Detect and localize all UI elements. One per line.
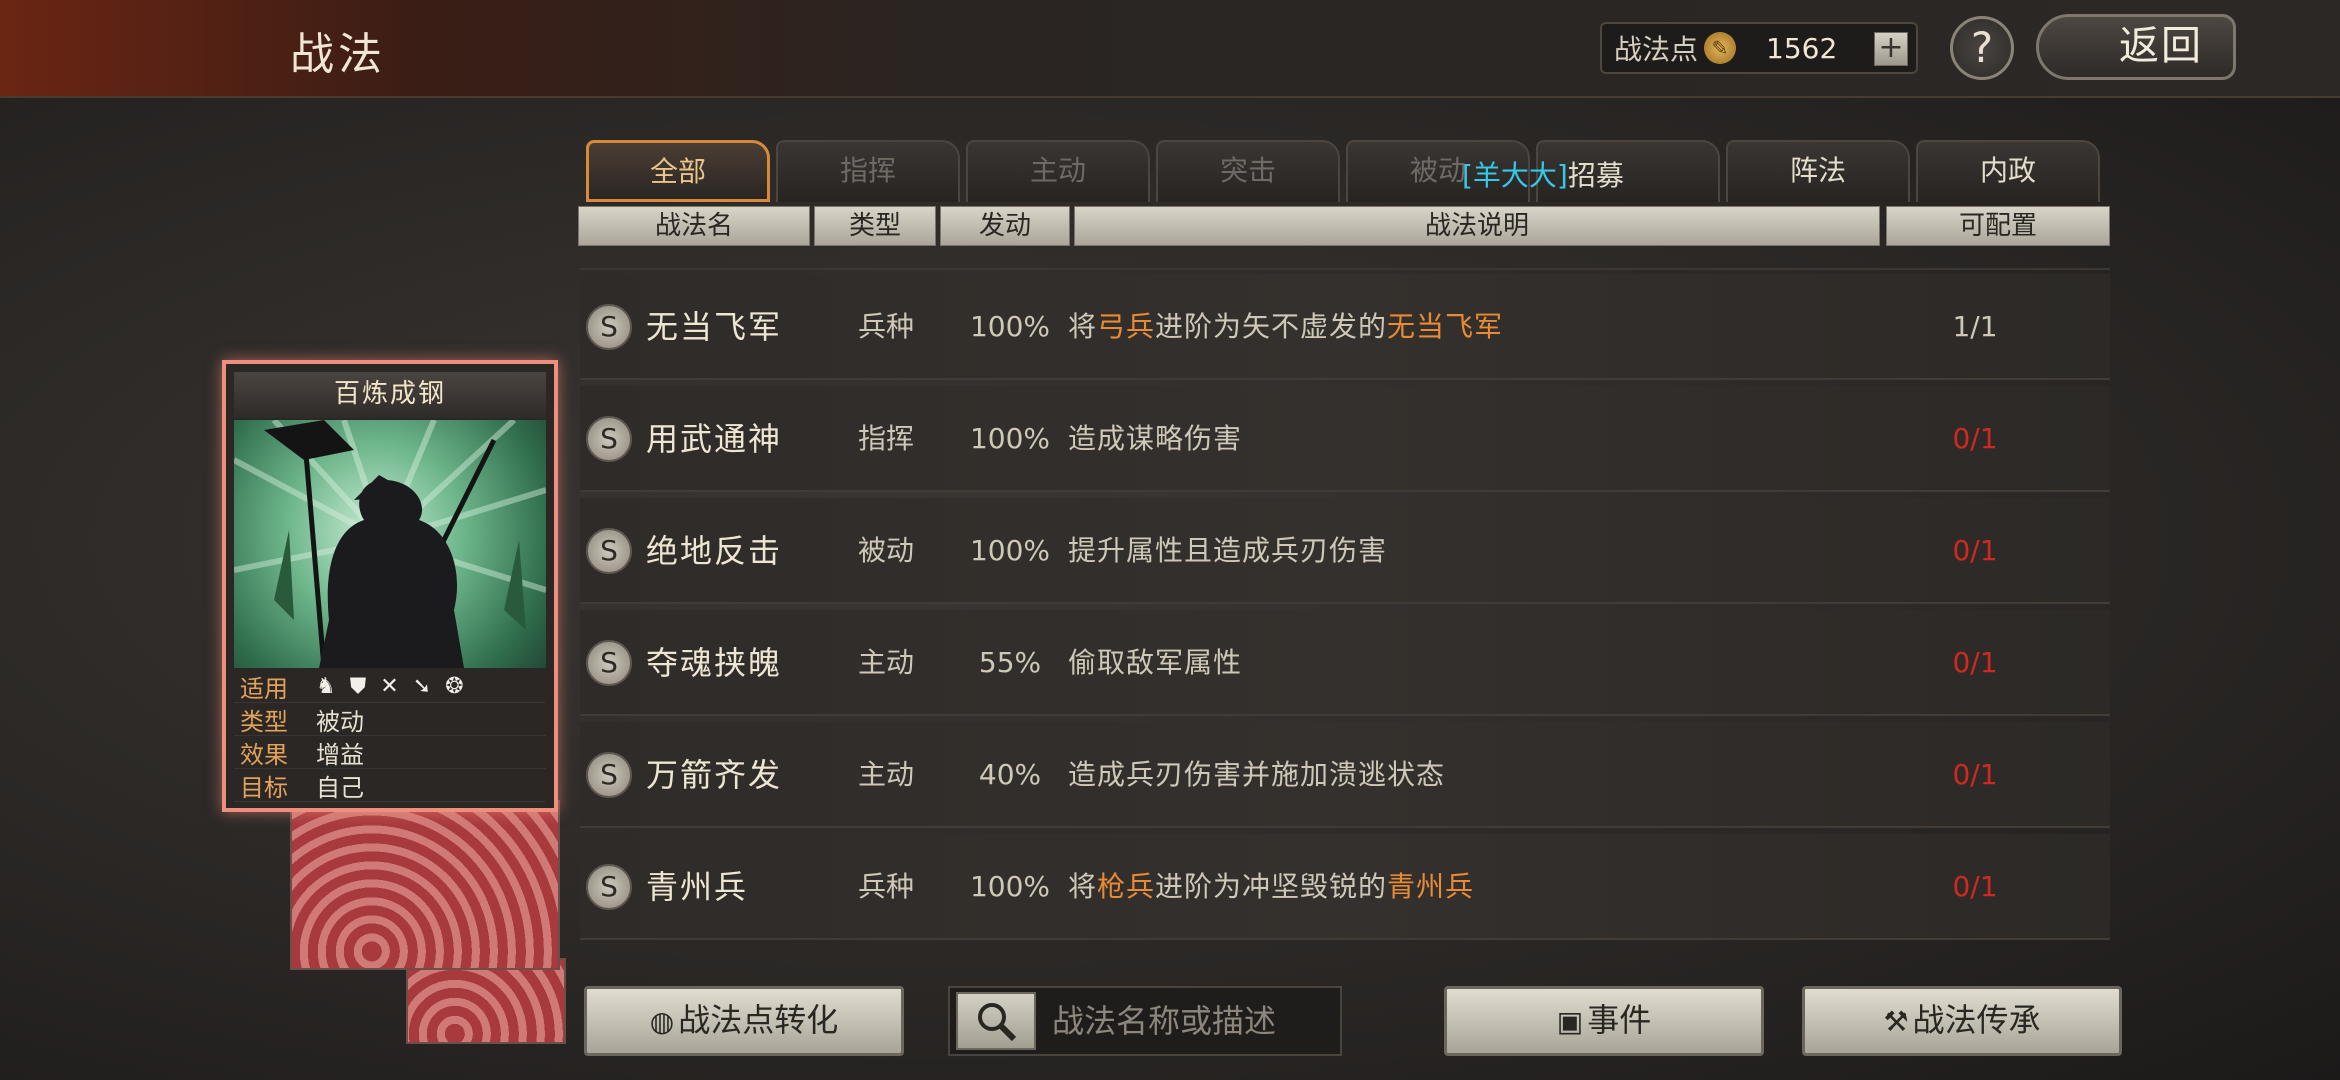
tactic-row[interactable]: S 青州兵 兵种 100% 将枪兵进阶为冲坚毁锐的青州兵 0/1 (580, 834, 2110, 940)
recruit-notice: [羊大大]招募 (1462, 154, 1624, 194)
column-header-name[interactable]: 战法名 (578, 206, 810, 246)
tactic-description: 将枪兵进阶为冲坚毁锐的青州兵 (1068, 870, 1475, 903)
column-header-type[interactable]: 类型 (814, 206, 936, 246)
applies-label: 适用 (240, 674, 288, 703)
tactic-name: 无当飞军 (646, 308, 783, 346)
recruit-notice-text: 招募 (1567, 159, 1624, 192)
target-label: 目标 (240, 773, 288, 802)
tactic-name: 万箭齐发 (646, 756, 783, 794)
tactic-name: 绝地反击 (646, 532, 783, 570)
recruit-notice-player: [羊大大] (1462, 159, 1568, 192)
points-value: 1562 (1766, 31, 1838, 65)
tactic-rate: 55% (978, 646, 1042, 679)
tactic-description: 造成谋略伤害 (1068, 422, 1243, 455)
event-button[interactable]: ▣ 事件 (1444, 986, 1764, 1056)
search-button[interactable] (956, 992, 1036, 1050)
grade-badge: S (586, 752, 632, 798)
tab-command[interactable]: 指挥 (776, 140, 960, 202)
tactic-row[interactable]: S 绝地反击 被动 100% 提升属性且造成兵刃伤害 0/1 (580, 498, 2110, 604)
points-label: 战法点 (1614, 33, 1699, 66)
tactic-description: 造成兵刃伤害并施加溃逃状态 (1068, 758, 1446, 791)
card-info: 适用 ♞ ⛊ ✕ ➘ ❂ 类型 被动 效果 增益 目标 自己 (234, 670, 546, 802)
tactic-config-count: 0/1 (1952, 758, 1998, 791)
tactic-rate: 100% (969, 870, 1051, 903)
tactic-type: 兵种 (857, 310, 914, 343)
tactic-rate: 100% (969, 534, 1051, 567)
tactic-description: 提升属性且造成兵刃伤害 (1068, 534, 1388, 567)
tactic-name: 青州兵 (646, 868, 749, 906)
grade-badge: S (586, 304, 632, 350)
column-header-description: 战法说明 (1074, 206, 1880, 246)
search-bar (948, 986, 1342, 1056)
tactic-type: 指挥 (857, 422, 914, 455)
tactic-name: 夺魂挟魄 (646, 644, 783, 682)
type-label: 类型 (240, 707, 288, 736)
tab-all[interactable]: 全部 (586, 140, 770, 202)
search-icon (978, 1003, 1017, 1042)
tab-active[interactable]: 主动 (966, 140, 1150, 202)
grade-badge: S (586, 864, 632, 910)
tactic-type: 被动 (857, 534, 914, 567)
tactic-type: 主动 (857, 758, 914, 791)
wheel-icon: ❂ (445, 673, 464, 699)
add-points-button[interactable]: + (1874, 32, 1908, 66)
search-input[interactable] (1052, 1002, 1332, 1040)
column-header-trigger[interactable]: 发动 (940, 206, 1070, 246)
card-title: 百炼成钢 (234, 372, 546, 418)
tactic-config-count: 0/1 (1952, 534, 1998, 567)
card-stack-back[interactable] (406, 958, 566, 1044)
tab-formation[interactable]: 阵法 (1726, 140, 1910, 202)
grade-badge: S (586, 640, 632, 686)
tactic-description: 将弓兵进阶为矢不虚发的无当飞军 (1068, 310, 1504, 343)
card-stack-middle[interactable] (290, 800, 560, 970)
grade-badge: S (586, 528, 632, 574)
tactic-type: 兵种 (857, 870, 914, 903)
hammer-icon: ⚒ (1883, 1005, 1909, 1038)
tactics-list[interactable]: S 无当飞军 兵种 100% 将弓兵进阶为矢不虚发的无当飞军 1/1 S 用武通… (580, 268, 2110, 958)
effect-label: 效果 (240, 740, 288, 769)
tactic-row[interactable]: S 用武通神 指挥 100% 造成谋略伤害 0/1 (580, 386, 2110, 492)
tactic-config-count: 0/1 (1952, 422, 1998, 455)
tab-internal[interactable]: 内政 (1916, 140, 2100, 202)
card-artwork (234, 420, 546, 668)
grade-badge: S (586, 416, 632, 462)
category-tabs: 全部 指挥 主动 突击 被动 阵法 内政 (586, 140, 2100, 202)
shield-icon: ⛊ (349, 673, 367, 699)
inherit-tactic-button[interactable]: ⚒ 战法传承 (1802, 986, 2122, 1056)
tab-assault[interactable]: 突击 (1156, 140, 1340, 202)
tactic-config-count: 0/1 (1952, 646, 1998, 679)
column-header-configurable[interactable]: 可配置 (1886, 206, 2110, 246)
tactic-config-count: 0/1 (1952, 870, 1998, 903)
tactic-config-count: 1/1 (1952, 310, 1998, 343)
tactic-description: 偷取敌军属性 (1068, 646, 1243, 679)
target-value: 自己 (316, 773, 364, 802)
flame-icon: ◍ (649, 1005, 675, 1038)
selected-tactic-card[interactable]: 百炼成钢 适用 ♞ ⛊ ✕ ➘ ❂ 类型 被动 效果 增益 目标 自己 (222, 360, 558, 812)
spear-icon: ➘ (412, 673, 432, 699)
scroll-icon: ▣ (1556, 1005, 1584, 1038)
effect-value: 增益 (316, 740, 364, 769)
tactic-points-box: 战法点 ✎ 1562 + (1600, 22, 1918, 74)
tactic-name: 用武通神 (646, 420, 783, 458)
tactic-row[interactable]: S 无当飞军 兵种 100% 将弓兵进阶为矢不虚发的无当飞军 1/1 (580, 274, 2110, 380)
tactic-rate: 100% (969, 422, 1051, 455)
type-value: 被动 (316, 707, 364, 736)
help-button[interactable]: ? (1950, 16, 2014, 80)
tactic-rate: 40% (978, 758, 1042, 791)
tactic-row[interactable]: S 夺魂挟魄 主动 55% 偷取敌军属性 0/1 (580, 610, 2110, 716)
convert-points-button[interactable]: ◍ 战法点转化 (584, 986, 904, 1056)
back-button[interactable]: 返回 (2036, 14, 2236, 80)
unit-type-icons: ♞ ⛊ ✕ ➘ ❂ (306, 674, 464, 699)
tactic-row[interactable]: S 万箭齐发 主动 40% 造成兵刃伤害并施加溃逃状态 0/1 (580, 722, 2110, 828)
page-title: 战法 (290, 29, 386, 80)
top-bar: 战法 战法点 ✎ 1562 + ? 返回 (0, 0, 2340, 98)
tactic-type: 主动 (857, 646, 914, 679)
cavalry-icon: ♞ (316, 673, 336, 699)
bow-icon: ✕ (380, 673, 399, 699)
tactic-rate: 100% (969, 310, 1051, 343)
tactic-point-coin-icon: ✎ (1704, 32, 1737, 64)
